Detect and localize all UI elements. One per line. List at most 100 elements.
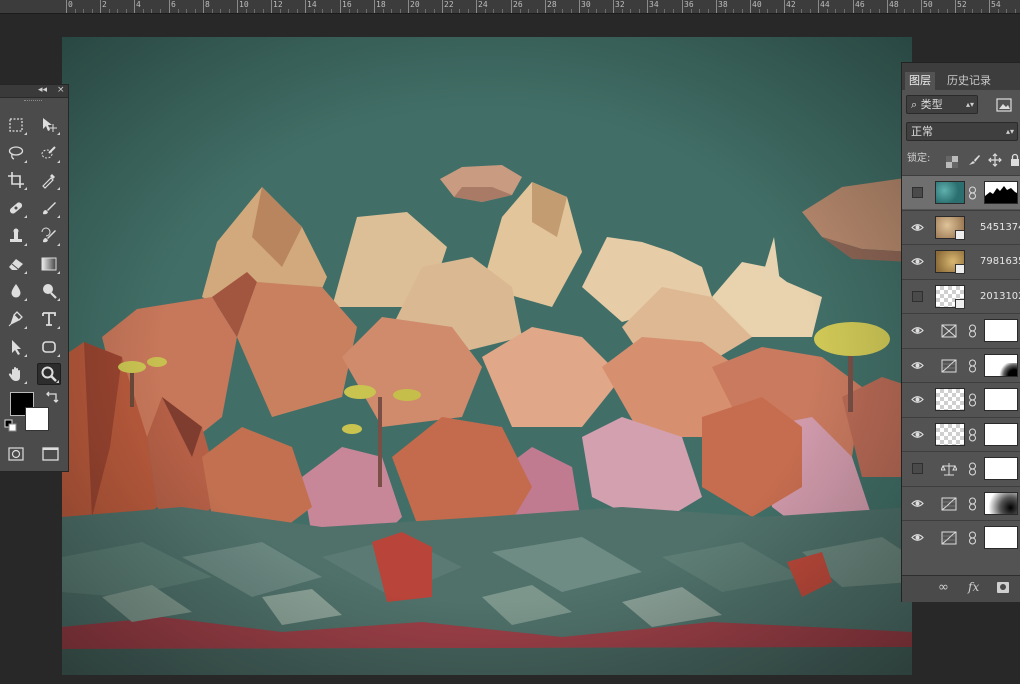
ruler-label: 0	[68, 0, 73, 9]
lock-transparent-button[interactable]	[946, 153, 958, 172]
tools-panel-titlebar[interactable]: ◂◂ ×	[0, 85, 68, 98]
chain-link-icon[interactable]	[968, 497, 977, 511]
chain-link-icon[interactable]	[968, 359, 977, 373]
background-color-swatch[interactable]	[25, 407, 49, 431]
chain-link-icon[interactable]	[968, 531, 977, 545]
adjustment-layer-thumbnail[interactable]	[939, 460, 959, 478]
layer-row[interactable]	[902, 313, 1020, 347]
adjustment-layer-thumbnail[interactable]	[939, 495, 959, 513]
ruler-minor-tick	[1015, 9, 1016, 13]
layer-mask-thumbnail[interactable]	[984, 526, 1018, 549]
screen-mode-button[interactable]	[38, 443, 62, 465]
layer-thumbnail[interactable]	[935, 181, 965, 204]
eye-icon[interactable]	[911, 531, 924, 544]
pen-tool[interactable]	[4, 308, 28, 330]
close-panel-button[interactable]: ×	[57, 85, 65, 96]
default-colors-button[interactable]	[4, 419, 18, 433]
layer-row[interactable]	[902, 347, 1020, 382]
eye-icon[interactable]	[911, 255, 924, 268]
layer-thumbnail[interactable]	[935, 388, 965, 411]
clone-stamp-tool[interactable]	[4, 225, 28, 247]
layer-mask-thumbnail[interactable]	[984, 491, 1018, 515]
fx-button[interactable]: fx	[968, 580, 979, 594]
layer-row[interactable]	[902, 451, 1020, 485]
layer-mask-thumbnail[interactable]	[984, 319, 1018, 342]
panel-grip[interactable]	[0, 98, 68, 104]
quick-mask-icon	[8, 447, 24, 461]
collapse-panel-button[interactable]: ◂◂	[38, 85, 47, 96]
quick-mask-button[interactable]	[4, 443, 28, 465]
eye-icon[interactable]	[911, 324, 924, 337]
ruler-label: 52	[957, 0, 967, 9]
eye-icon[interactable]	[911, 359, 924, 372]
eraser-tool[interactable]	[4, 253, 28, 275]
add-mask-button[interactable]	[997, 582, 1009, 593]
ruler-minor-tick	[434, 9, 435, 13]
adjustment-layer-thumbnail[interactable]	[939, 529, 959, 547]
layer-mask-thumbnail[interactable]	[984, 457, 1018, 480]
adjustment-layer-thumbnail[interactable]	[939, 322, 959, 340]
filter-image-button[interactable]	[996, 97, 1012, 112]
layer-mask-thumbnail[interactable]	[984, 353, 1018, 377]
brush-tool[interactable]	[37, 197, 61, 219]
tab-history[interactable]: 历史记录	[943, 72, 995, 90]
quick-selection-tool[interactable]	[37, 142, 61, 164]
layer-mask-thumbnail[interactable]	[984, 422, 1018, 446]
visibility-toggle[interactable]	[912, 463, 923, 474]
blend-mode-select[interactable]: 正常 ▴▾	[906, 122, 1018, 141]
layer-row[interactable]	[902, 485, 1020, 520]
lock-all-button[interactable]	[1010, 152, 1020, 171]
layer-row[interactable]: 7981635	[902, 244, 1020, 278]
layer-row[interactable]: 2013102	[902, 278, 1020, 313]
ruler-minor-tick	[776, 9, 777, 13]
ruler-minor-tick	[297, 9, 298, 13]
lasso-tool[interactable]	[4, 142, 28, 164]
layer-row[interactable]	[902, 520, 1020, 554]
hand-icon	[8, 367, 20, 382]
tab-layers[interactable]: 图层	[905, 72, 935, 90]
layer-row[interactable]	[902, 175, 1020, 209]
visibility-toggle[interactable]	[912, 290, 923, 302]
crop-tool[interactable]	[4, 169, 28, 191]
layer-thumbnail[interactable]	[935, 422, 965, 446]
rectangular-marquee-tool[interactable]	[4, 114, 28, 136]
eye-icon[interactable]	[911, 221, 924, 234]
blur-tool[interactable]	[4, 280, 28, 302]
filter-kind-label: 类型	[920, 98, 943, 111]
chain-link-icon[interactable]	[968, 428, 977, 442]
layer-row[interactable]	[902, 416, 1020, 451]
swap-colors-button[interactable]	[40, 386, 64, 408]
zoom-tool[interactable]	[37, 363, 61, 386]
eye-icon[interactable]	[911, 497, 924, 510]
healing-brush-tool[interactable]	[4, 197, 28, 219]
chain-link-icon[interactable]	[968, 393, 977, 407]
dodge-tool[interactable]	[37, 280, 61, 302]
gradient-tool[interactable]	[37, 253, 61, 275]
layer-filter-select[interactable]: ⌕ 类型 ▴▾	[906, 95, 978, 114]
type-tool[interactable]	[37, 308, 61, 330]
shape-tool[interactable]	[37, 336, 61, 358]
ruler-minor-tick	[143, 9, 144, 13]
document-canvas[interactable]	[62, 37, 912, 675]
visibility-toggle[interactable]	[912, 187, 923, 198]
move-tool[interactable]	[37, 114, 61, 136]
chain-link-icon[interactable]	[968, 186, 977, 200]
layer-mask-thumbnail[interactable]	[984, 181, 1018, 204]
eye-icon[interactable]	[911, 428, 924, 441]
ruler-minor-tick	[220, 9, 221, 13]
hand-tool[interactable]	[4, 363, 28, 385]
layer-row[interactable]	[902, 382, 1020, 416]
eyedropper-tool[interactable]	[37, 169, 61, 191]
path-selection-tool[interactable]	[4, 336, 28, 358]
link-layers-icon[interactable]: ∞	[938, 580, 949, 595]
layer-mask-thumbnail[interactable]	[984, 388, 1018, 411]
chain-link-icon[interactable]	[968, 324, 977, 338]
layer-row[interactable]: 5451374	[902, 209, 1020, 244]
adjustment-layer-thumbnail[interactable]	[939, 357, 959, 375]
horizontal-ruler[interactable]: 0 2 4 6 8 10 12 14 16 18 20 22 24 26 28 30 32 34 36 38 40 42 4…	[0, 0, 1020, 14]
eye-icon[interactable]	[911, 393, 924, 406]
history-brush-tool[interactable]	[37, 225, 61, 247]
chain-link-icon[interactable]	[968, 462, 977, 476]
lock-position-button[interactable]	[988, 152, 1002, 171]
lock-image-button[interactable]	[967, 152, 981, 171]
